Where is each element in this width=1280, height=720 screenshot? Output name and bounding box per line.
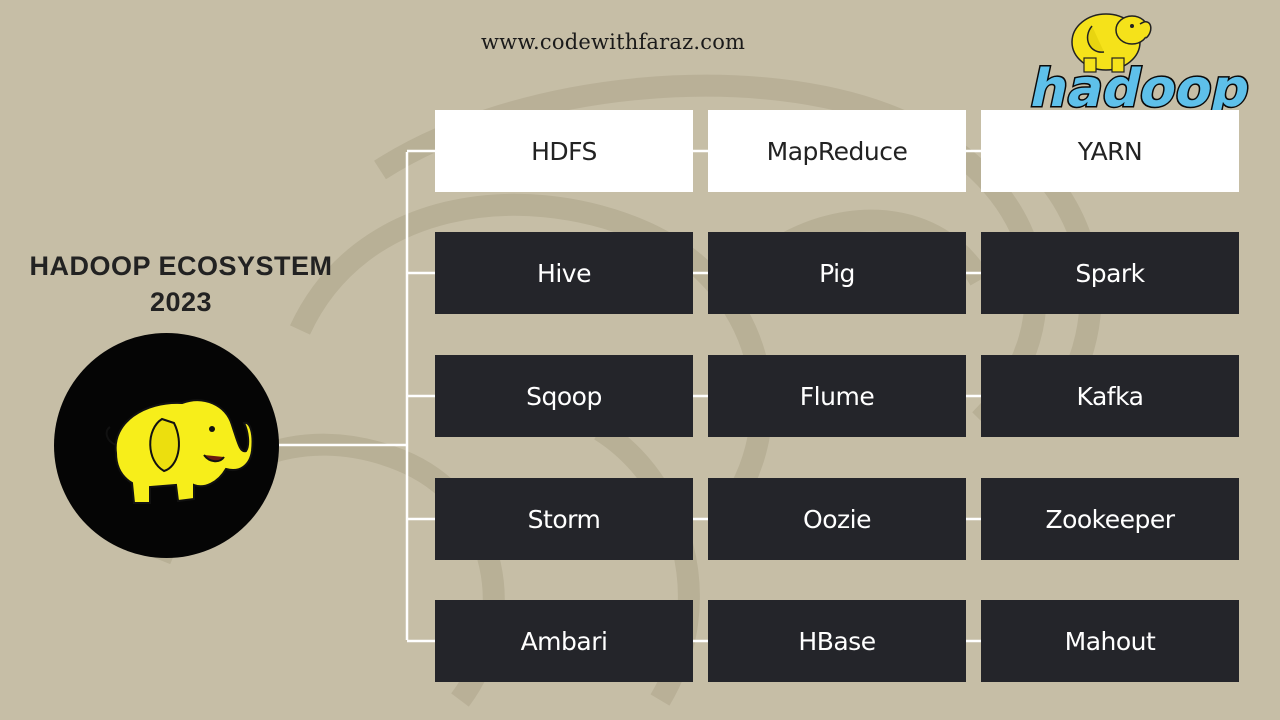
ecosystem-box-spark: Spark [981,232,1239,314]
ecosystem-box-hbase: HBase [708,600,966,682]
ecosystem-box-hdfs: HDFS [435,110,693,192]
ecosystem-box-ambari: Ambari [435,600,693,682]
ecosystem-box-yarn: YARN [981,110,1239,192]
ecosystem-box-oozie: Oozie [708,478,966,560]
ecosystem-box-kafka: Kafka [981,355,1239,437]
ecosystem-box-mapreduce: MapReduce [708,110,966,192]
ecosystem-box-pig: Pig [708,232,966,314]
ecosystem-box-mahout: Mahout [981,600,1239,682]
ecosystem-box-storm: Storm [435,478,693,560]
ecosystem-box-hive: Hive [435,232,693,314]
ecosystem-box-zookeeper: Zookeeper [981,478,1239,560]
ecosystem-box-sqoop: Sqoop [435,355,693,437]
ecosystem-box-flume: Flume [708,355,966,437]
